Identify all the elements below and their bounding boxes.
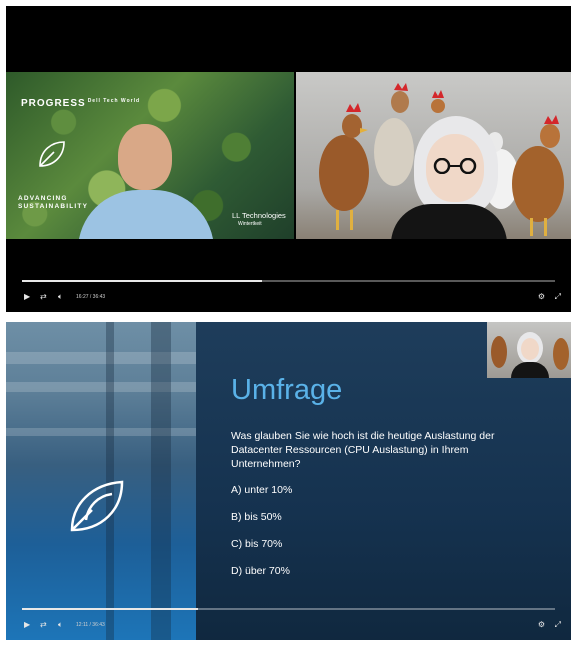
speaker-shirt — [78, 190, 214, 239]
time-display: 12:11 / 36:43 — [76, 622, 105, 628]
video-tile-speaker: PROGRESS Dell Tech World ADVANCING SUSTAI… — [6, 72, 294, 239]
progress-logo: PROGRESS Dell Tech World — [21, 98, 141, 109]
leaf-logo-icon — [39, 141, 65, 167]
slide-title: Umfrage — [231, 374, 343, 406]
chicken-icon — [431, 90, 445, 113]
leaf-logo-icon — [70, 480, 124, 532]
gear-icon[interactable]: ⚙ — [538, 292, 545, 302]
seek-bar-fill — [22, 280, 262, 282]
loop-icon[interactable]: ⇄ — [40, 292, 47, 302]
video-tile-host — [296, 72, 571, 239]
player-controls: ▶ ⇄ 🔈︎ 16:27 / 36:43 ⚙ ⤢ — [6, 274, 571, 312]
chicken-icon — [512, 115, 564, 236]
gear-icon[interactable]: ⚙ — [538, 620, 545, 630]
fullscreen-icon[interactable]: ⤢ — [555, 292, 561, 302]
volume-icon[interactable]: 🔈︎ — [58, 292, 63, 302]
poll-option-b: B) bis 50% — [231, 511, 282, 523]
time-display: 16:27 / 36:43 — [76, 294, 106, 300]
slide-image-panel — [6, 322, 196, 640]
dell-technologies-logo: LL Technologies Wintertkeit — [232, 211, 286, 228]
chicken-icon — [374, 83, 414, 186]
loop-icon[interactable]: ⇄ — [40, 620, 47, 630]
seek-bar-fill — [22, 608, 198, 610]
play-icon[interactable]: ▶ — [24, 620, 30, 630]
host-thumbnail — [487, 322, 571, 378]
seek-bar[interactable] — [22, 280, 555, 282]
poll-option-d: D) über 70% — [231, 565, 290, 577]
fullscreen-icon[interactable]: ⤢ — [555, 620, 561, 630]
seek-bar[interactable] — [22, 608, 555, 610]
poll-option-a: A) unter 10% — [231, 484, 293, 496]
advancing-sustainability-text: ADVANCING SUSTAINABILITY — [18, 195, 89, 210]
play-icon[interactable]: ▶ — [24, 292, 30, 302]
video-player-1[interactable]: PROGRESS Dell Tech World ADVANCING SUSTAI… — [6, 6, 571, 312]
chicken-icon — [319, 103, 369, 230]
player-controls: ▶ ⇄ 🔈︎ 12:11 / 36:43 ⚙ ⤢ — [6, 602, 571, 640]
glasses-icon — [433, 158, 477, 174]
poll-option-c: C) bis 70% — [231, 538, 283, 550]
poll-question: Was glauben Sie wie hoch ist die heutige… — [231, 430, 495, 470]
speaker-head — [118, 124, 172, 190]
video-player-2[interactable]: Umfrage Was glauben Sie wie hoch ist die… — [6, 322, 571, 640]
volume-icon[interactable]: 🔈︎ — [58, 620, 63, 630]
